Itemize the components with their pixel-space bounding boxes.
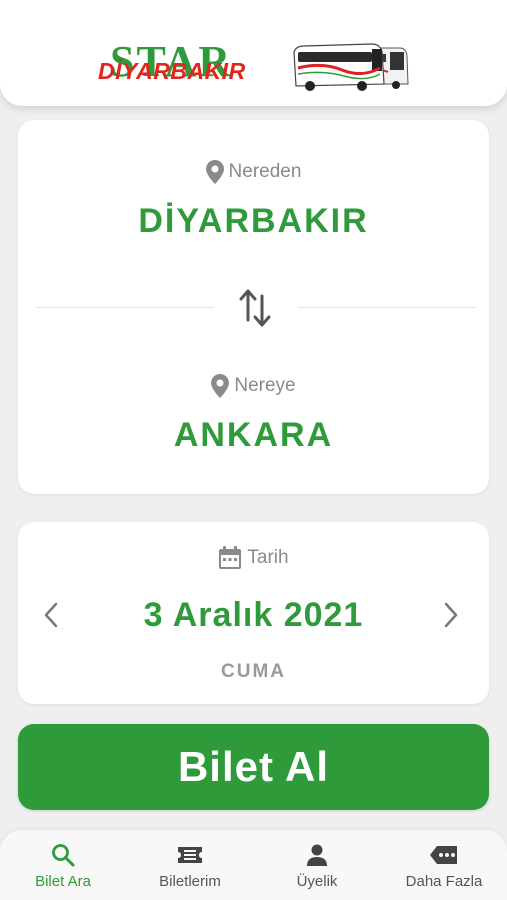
logo-city-text: DİYARBAKIR bbox=[98, 58, 246, 84]
buy-ticket-button[interactable]: Bilet Al bbox=[18, 724, 489, 810]
tab-label: Üyelik bbox=[296, 873, 338, 890]
bus-image bbox=[293, 43, 409, 91]
brand-logo: STAR DİYARBAKIR bbox=[96, 40, 261, 90]
location-pin-icon bbox=[205, 160, 224, 184]
tab-daha-fazla[interactable]: Daha Fazla bbox=[381, 838, 507, 896]
from-city[interactable]: DİYARBAKIR bbox=[18, 202, 489, 241]
bottom-tab-bar: Bilet Ara Biletlerim Üyelik Daha Fazla bbox=[0, 830, 507, 900]
date-label-row: Tarih bbox=[18, 546, 489, 570]
to-city[interactable]: ANKARA bbox=[18, 416, 489, 455]
tab-uyelik[interactable]: Üyelik bbox=[254, 838, 380, 896]
date-label: Tarih bbox=[247, 547, 289, 568]
day-of-week: CUMA bbox=[221, 661, 286, 682]
date-value[interactable]: 3 Aralık 2021 bbox=[18, 596, 489, 635]
next-day-chevron-icon[interactable] bbox=[436, 600, 464, 630]
tab-label: Daha Fazla bbox=[405, 873, 483, 890]
to-label: Nereye bbox=[234, 375, 296, 396]
location-pin-icon bbox=[211, 374, 230, 398]
calendar-icon bbox=[219, 546, 242, 569]
route-card: Nereden DİYARBAKIR Nereye ANKARA bbox=[18, 120, 489, 494]
to-label-row: Nereye bbox=[18, 374, 489, 398]
divider-right bbox=[298, 307, 476, 308]
search-icon bbox=[52, 844, 75, 867]
app-header: STAR DİYARBAKIR bbox=[0, 0, 507, 106]
ticket-icon bbox=[178, 847, 202, 863]
more-icon bbox=[430, 846, 457, 864]
tab-label: Biletlerim bbox=[159, 873, 221, 890]
tab-label: Bilet Ara bbox=[35, 873, 91, 890]
divider-left bbox=[36, 307, 214, 308]
from-label: Nereden bbox=[228, 161, 302, 182]
person-icon bbox=[307, 844, 327, 866]
tab-bilet-ara[interactable]: Bilet Ara bbox=[0, 838, 126, 896]
from-label-row: Nereden bbox=[18, 160, 489, 184]
tab-biletlerim[interactable]: Biletlerim bbox=[127, 838, 253, 896]
swap-direction-icon[interactable] bbox=[237, 286, 273, 330]
date-card: Tarih 3 Aralık 2021 CUMA bbox=[18, 522, 489, 704]
